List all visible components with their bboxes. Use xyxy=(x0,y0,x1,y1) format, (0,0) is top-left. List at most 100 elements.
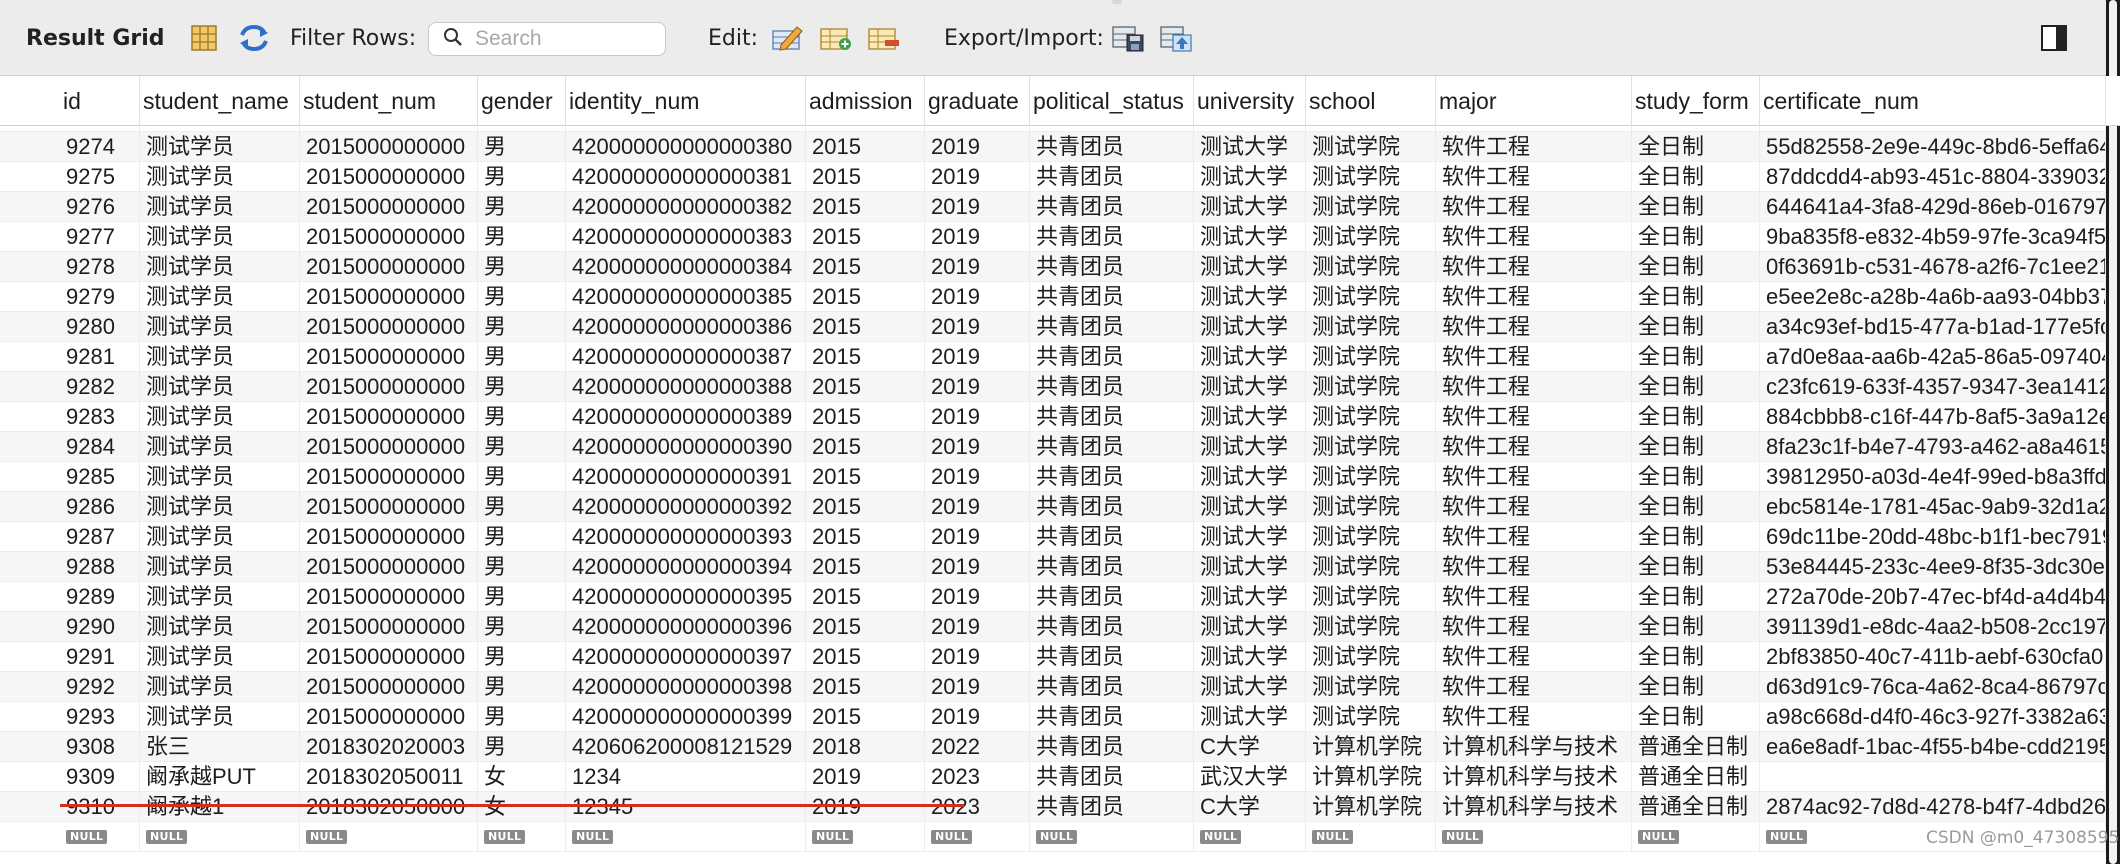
table-row[interactable]: 9309 阚承越PUT 2018302050011 女 1234 2019 2023 共青团员… xyxy=(0,762,2120,792)
cell-gender[interactable]: 男 xyxy=(478,282,566,312)
cell-identity-num[interactable]: 420000000000000391 xyxy=(566,462,806,492)
cell-student-num[interactable]: 2015000000000 xyxy=(300,552,478,582)
cell-university[interactable]: 测试大学 xyxy=(1194,312,1306,342)
cell-school[interactable]: 测试学院 xyxy=(1306,702,1436,732)
cell-gender[interactable]: 男 xyxy=(478,642,566,672)
column-header-gender[interactable]: gender xyxy=(478,76,566,126)
cell-gender[interactable]: 男 xyxy=(478,672,566,702)
cell-study-form[interactable]: 全日制 xyxy=(1632,492,1760,522)
cell-school[interactable]: 测试学院 xyxy=(1306,252,1436,282)
cell-student-name[interactable]: 测试学员 xyxy=(140,492,300,522)
table-row[interactable]: 9293 测试学员 2015000000000 男 420000000000000399… xyxy=(0,702,2120,732)
scrollbar-thumb[interactable] xyxy=(2109,0,2117,864)
import-icon[interactable] xyxy=(1158,20,1194,56)
cell-identity-num[interactable]: 420000000000000383 xyxy=(566,222,806,252)
cell-university[interactable]: 测试大学 xyxy=(1194,642,1306,672)
cell-school[interactable]: 测试学院 xyxy=(1306,642,1436,672)
cell-certificate-num[interactable]: ea6e8adf-1bac-4f55-b4be-cdd2195 xyxy=(1760,732,2106,762)
cell-major[interactable]: 软件工程 xyxy=(1436,522,1632,552)
cell-student-num[interactable]: 2015000000000 xyxy=(300,582,478,612)
cell-admission[interactable]: NULL xyxy=(806,822,925,852)
cell-student-num[interactable]: 2015000000000 xyxy=(300,372,478,402)
table-row[interactable]: 9284 测试学员 2015000000000 男 420000000000000390… xyxy=(0,432,2120,462)
cell-school[interactable]: 测试学院 xyxy=(1306,222,1436,252)
cell-student-name[interactable]: 测试学员 xyxy=(140,612,300,642)
cell-admission[interactable]: 2015 xyxy=(806,312,925,342)
cell-identity-num[interactable]: 420000000000000384 xyxy=(566,252,806,282)
cell-identity-num[interactable]: 420000000000000390 xyxy=(566,432,806,462)
cell-school[interactable]: 测试学院 xyxy=(1306,162,1436,192)
cell-university[interactable]: C大学 xyxy=(1194,732,1306,762)
cell-id[interactable]: 9308 xyxy=(60,732,140,762)
cell-university[interactable]: 武汉大学 xyxy=(1194,762,1306,792)
cell-political-status[interactable]: 共青团员 xyxy=(1030,672,1194,702)
cell-graduate[interactable]: 2019 xyxy=(925,492,1030,522)
cell-student-name[interactable]: 测试学员 xyxy=(140,642,300,672)
table-row[interactable]: 9310阚承越12018302050000女1234520192023共青团员C… xyxy=(0,792,2120,822)
cell-political-status[interactable]: 共青团员 xyxy=(1030,732,1194,762)
cell-id[interactable]: 9284 xyxy=(60,432,140,462)
cell-student-name[interactable]: 测试学员 xyxy=(140,282,300,312)
cell-admission[interactable]: 2015 xyxy=(806,432,925,462)
cell-student-name[interactable]: 阚承越PUT xyxy=(140,762,300,792)
cell-id[interactable]: 9288 xyxy=(60,552,140,582)
column-header-id[interactable]: id xyxy=(60,76,140,126)
cell-graduate[interactable]: 2019 xyxy=(925,222,1030,252)
cell-identity-num[interactable]: 420000000000000398 xyxy=(566,672,806,702)
cell-graduate[interactable]: 2019 xyxy=(925,312,1030,342)
cell-graduate[interactable]: 2019 xyxy=(925,432,1030,462)
table-row[interactable]: 9275 测试学员 2015000000000 男 420000000000000381… xyxy=(0,162,2120,192)
cell-student-num[interactable]: 2015000000000 xyxy=(300,522,478,552)
cell-identity-num[interactable]: 420000000000000389 xyxy=(566,402,806,432)
cell-student-name[interactable]: 测试学员 xyxy=(140,222,300,252)
new-row-placeholder[interactable]: NULL NULL NULL NULL NULL NULL NULL NULL NULL NULL… xyxy=(0,822,2120,852)
cell-school[interactable]: 测试学院 xyxy=(1306,462,1436,492)
cell-graduate[interactable]: 2019 xyxy=(925,702,1030,732)
cell-political-status[interactable]: 共青团员 xyxy=(1030,762,1194,792)
cell-university[interactable]: 测试大学 xyxy=(1194,492,1306,522)
cell-graduate[interactable]: 2019 xyxy=(925,522,1030,552)
cell-gender[interactable]: 男 xyxy=(478,372,566,402)
cell-gender[interactable]: 男 xyxy=(478,162,566,192)
cell-admission[interactable]: 2015 xyxy=(806,672,925,702)
vertical-scrollbar[interactable] xyxy=(2106,0,2120,864)
cell-graduate[interactable]: 2019 xyxy=(925,192,1030,222)
table-row[interactable]: 9292 测试学员 2015000000000 男 420000000000000398… xyxy=(0,672,2120,702)
cell-graduate[interactable]: 2022 xyxy=(925,732,1030,762)
cell-identity-num[interactable]: 420000000000000392 xyxy=(566,492,806,522)
cell-admission[interactable]: 2015 xyxy=(806,492,925,522)
cell-school[interactable]: 计算机学院 xyxy=(1306,732,1436,762)
cell-school[interactable]: 测试学院 xyxy=(1306,402,1436,432)
cell-university[interactable]: 测试大学 xyxy=(1194,342,1306,372)
cell-major[interactable]: 计算机科学与技术 xyxy=(1436,762,1632,792)
cell-school[interactable]: NULL xyxy=(1306,822,1436,852)
cell-id[interactable]: 9291 xyxy=(60,642,140,672)
cell-certificate-num[interactable]: 391139d1-e8dc-4aa2-b508-2cc197 xyxy=(1760,612,2106,642)
cell-gender[interactable]: 男 xyxy=(478,402,566,432)
cell-university[interactable]: 测试大学 xyxy=(1194,702,1306,732)
cell-gender[interactable]: 男 xyxy=(478,132,566,162)
column-header-major[interactable]: major xyxy=(1436,76,1632,126)
cell-gender[interactable]: 男 xyxy=(478,552,566,582)
cell-identity-num[interactable]: 420000000000000397 xyxy=(566,642,806,672)
export-icon[interactable] xyxy=(1110,20,1146,56)
cell-admission[interactable]: 2015 xyxy=(806,162,925,192)
cell-identity-num[interactable]: 420606200008121529 xyxy=(566,732,806,762)
cell-university[interactable]: 测试大学 xyxy=(1194,552,1306,582)
cell-certificate-num[interactable]: 8fa23c1f-b4e7-4793-a462-a8a4615 xyxy=(1760,432,2106,462)
cell-university[interactable]: 测试大学 xyxy=(1194,522,1306,552)
cell-political-status[interactable]: 共青团员 xyxy=(1030,372,1194,402)
cell-gender[interactable]: 男 xyxy=(478,702,566,732)
cell-id[interactable]: 9276 xyxy=(60,192,140,222)
cell-identity-num[interactable]: 420000000000000393 xyxy=(566,522,806,552)
cell-university[interactable]: 测试大学 xyxy=(1194,462,1306,492)
cell-graduate[interactable]: NULL xyxy=(925,822,1030,852)
cell-major[interactable]: 计算机科学与技术 xyxy=(1436,732,1632,762)
cell-university[interactable]: 测试大学 xyxy=(1194,402,1306,432)
cell-political-status[interactable]: 共青团员 xyxy=(1030,492,1194,522)
toggle-sidebar-icon[interactable] xyxy=(2036,20,2072,56)
cell-major[interactable]: 软件工程 xyxy=(1436,432,1632,462)
cell-student-num[interactable]: 2018302050011 xyxy=(300,762,478,792)
cell-school[interactable]: 测试学院 xyxy=(1306,672,1436,702)
cell-university[interactable]: NULL xyxy=(1194,822,1306,852)
